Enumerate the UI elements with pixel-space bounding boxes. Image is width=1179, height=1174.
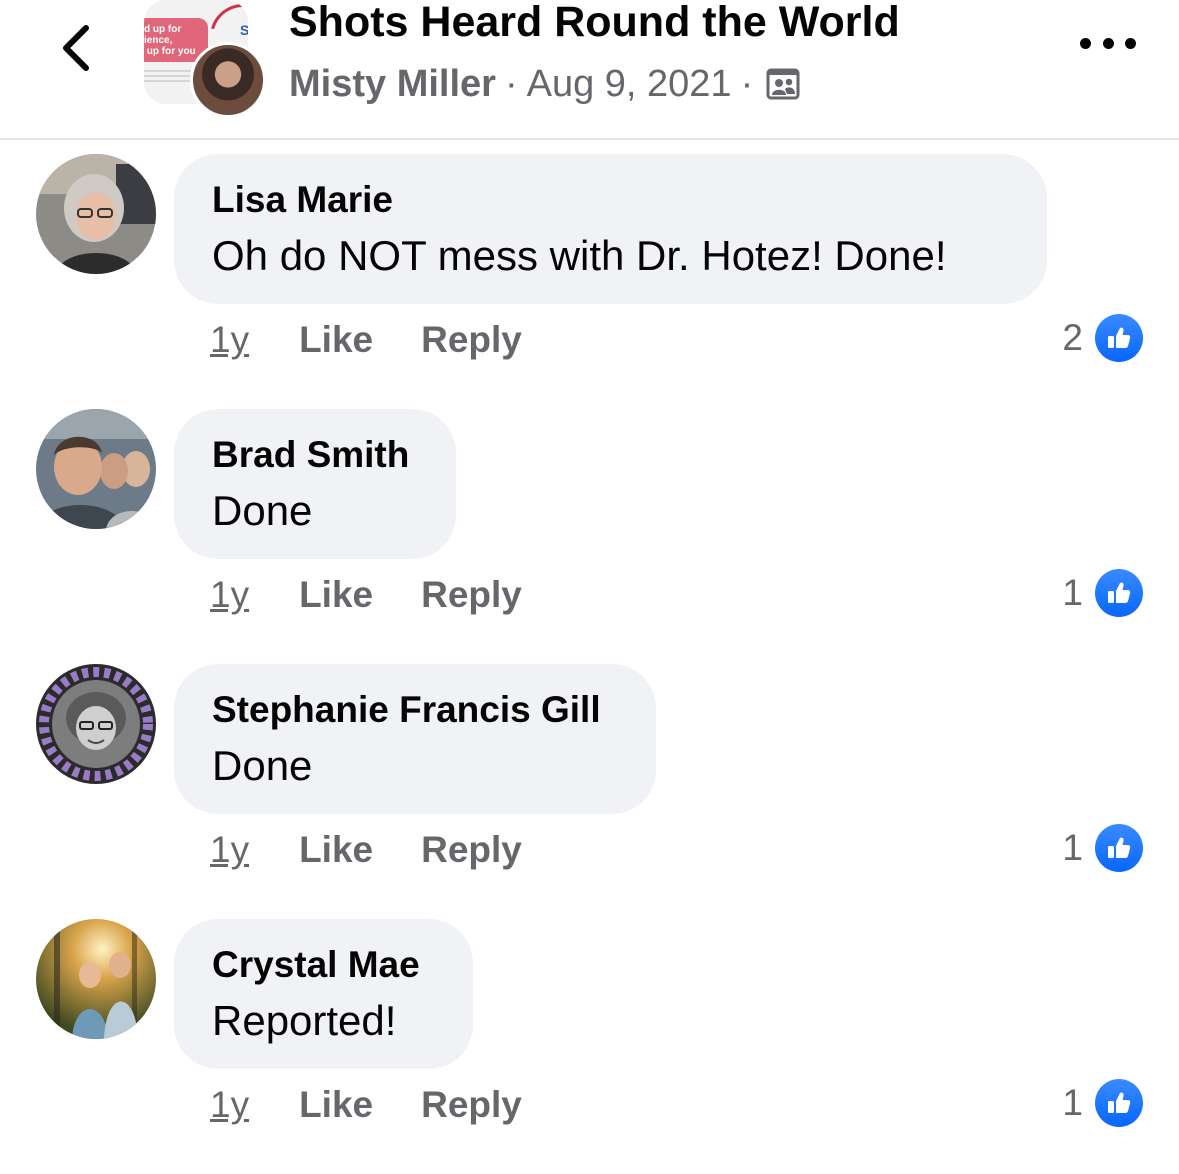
group-name[interactable]: Shots Heard Round the World <box>289 0 900 48</box>
comment-time[interactable]: 1y <box>210 572 249 618</box>
author-avatar[interactable] <box>190 42 266 118</box>
reaction-summary[interactable]: 1 <box>1062 824 1143 872</box>
comment: Stephanie Francis Gill Done 1y Like Repl… <box>0 664 1179 904</box>
comment-time[interactable]: 1y <box>210 1082 249 1128</box>
meta-separator: · <box>740 63 754 105</box>
comment-bubble[interactable]: Crystal Mae Reported! <box>174 919 473 1069</box>
group-thumbnail-text: d up for ience, up for you <box>144 24 196 57</box>
comment-actions: 1y Like Reply <box>210 1082 522 1128</box>
group-members-icon <box>766 68 800 100</box>
back-button[interactable] <box>40 8 110 88</box>
avatar-image <box>36 409 156 529</box>
comment-text: Reported! <box>212 997 397 1044</box>
more-dots-icon <box>1080 37 1091 49</box>
avatar[interactable] <box>36 919 156 1039</box>
author-name[interactable]: Misty Miller <box>289 60 496 108</box>
comment: Crystal Mae Reported! 1y Like Reply 1 <box>0 919 1179 1159</box>
group-thumbnail-logo-text: Sh <box>240 22 248 38</box>
like-button[interactable]: Like <box>299 317 373 363</box>
comment: Lisa Marie Oh do NOT mess with Dr. Hotez… <box>0 154 1179 394</box>
meta-separator: · <box>504 63 518 105</box>
reply-button[interactable]: Reply <box>421 572 522 618</box>
commenter-name[interactable]: Crystal Mae <box>212 943 435 987</box>
comment-actions: 1y Like Reply <box>210 572 522 618</box>
reply-button[interactable]: Reply <box>421 827 522 873</box>
post-meta: Misty Miller · Aug 9, 2021 · <box>289 60 800 108</box>
avatar-image <box>36 154 156 274</box>
comment-bubble[interactable]: Brad Smith Done <box>174 409 456 559</box>
comment-bubble[interactable]: Lisa Marie Oh do NOT mess with Dr. Hotez… <box>174 154 1047 304</box>
like-button[interactable]: Like <box>299 572 373 618</box>
reaction-count: 1 <box>1062 827 1083 868</box>
comment-bubble[interactable]: Stephanie Francis Gill Done <box>174 664 656 814</box>
like-button[interactable]: Like <box>299 1082 373 1128</box>
reply-button[interactable]: Reply <box>421 317 522 363</box>
like-button[interactable]: Like <box>299 827 373 873</box>
comment-actions: 1y Like Reply <box>210 827 522 873</box>
reaction-summary[interactable]: 1 <box>1062 1079 1143 1127</box>
thumbs-up-icon <box>1095 1079 1143 1127</box>
comment-text: Oh do NOT mess with Dr. Hotez! Done! <box>212 232 947 279</box>
more-options-button[interactable] <box>1080 28 1136 58</box>
comment-time[interactable]: 1y <box>210 827 249 873</box>
commenter-name[interactable]: Stephanie Francis Gill <box>212 688 618 732</box>
thumbs-up-icon <box>1095 314 1143 362</box>
thumbs-up-icon <box>1095 824 1143 872</box>
comment-text: Done <box>212 742 313 789</box>
avatar-image <box>36 919 156 1039</box>
avatar-image <box>36 664 156 784</box>
reaction-count: 2 <box>1062 317 1083 358</box>
reaction-count: 1 <box>1062 1082 1083 1123</box>
reaction-summary[interactable]: 1 <box>1062 569 1143 617</box>
commenter-name[interactable]: Brad Smith <box>212 433 418 477</box>
post-header: d up for ience, up for you Sh Shots Hear… <box>0 0 1179 140</box>
avatar[interactable] <box>36 409 156 529</box>
commenter-name[interactable]: Lisa Marie <box>212 178 1009 222</box>
reply-button[interactable]: Reply <box>421 1082 522 1128</box>
avatar[interactable] <box>36 154 156 274</box>
comment-text: Done <box>212 487 313 534</box>
comment: Brad Smith Done 1y Like Reply 1 <box>0 409 1179 649</box>
comment-actions: 1y Like Reply <box>210 317 522 363</box>
reaction-count: 1 <box>1062 572 1083 613</box>
avatar[interactable] <box>36 664 156 784</box>
thumbs-up-icon <box>1095 569 1143 617</box>
chevron-left-icon <box>63 25 89 71</box>
post-date[interactable]: Aug 9, 2021 <box>527 60 732 108</box>
comment-time[interactable]: 1y <box>210 317 249 363</box>
reaction-summary[interactable]: 2 <box>1062 314 1143 362</box>
